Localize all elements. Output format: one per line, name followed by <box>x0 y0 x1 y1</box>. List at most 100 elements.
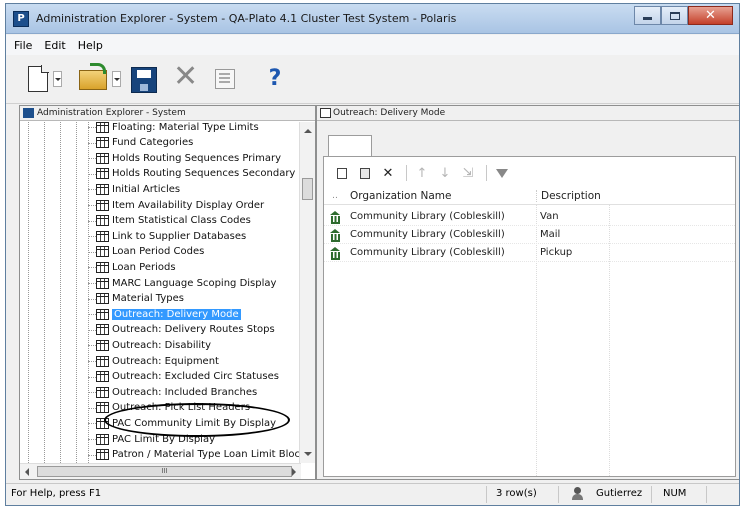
tree-item[interactable]: Holds Routing Sequences Primary <box>88 150 281 166</box>
tree-item[interactable]: Outreach: Equipment <box>88 353 219 369</box>
library-building-icon <box>329 247 341 260</box>
maximize-button[interactable] <box>661 6 688 25</box>
tree-item-label: Loan Period Codes <box>112 246 205 258</box>
tree-item[interactable]: Outreach: Disability <box>88 337 211 353</box>
table-icon <box>96 449 109 461</box>
delete-record-icon[interactable]: ✕ <box>378 164 398 182</box>
title-bar[interactable]: P Administration Explorer - System - QA-… <box>6 4 739 34</box>
open-dropdown-button[interactable] <box>112 71 121 87</box>
tree-connector <box>88 392 96 394</box>
table-row[interactable]: Community Library (Cobleskill) Mail <box>324 226 735 244</box>
tree-item[interactable]: Item Availability Display Order <box>88 197 264 213</box>
status-row-count: 3 row(s) <box>496 488 537 499</box>
new-document-icon[interactable] <box>28 65 49 92</box>
tree-item[interactable]: Loan Period Codes <box>88 244 205 260</box>
column-header-description[interactable]: Description <box>536 189 616 202</box>
tree-horizontal-scrollbar[interactable]: III <box>20 463 301 479</box>
move-to-folder-icon[interactable]: ⇲ <box>458 164 478 182</box>
tree-item[interactable]: Outreach: Delivery Routes Stops <box>88 322 275 338</box>
table-row[interactable]: Community Library (Cobleskill) Van <box>324 208 735 226</box>
tree-item-label: MARC Language Scoping Display <box>112 277 277 289</box>
tree-item-label: Initial Articles <box>112 183 181 195</box>
tree-item[interactable]: Outreach: Delivery Mode <box>88 306 241 322</box>
status-bar: For Help, press F1 3 row(s) Gutierrez NU… <box>6 483 739 505</box>
table-icon <box>96 324 109 336</box>
tree-connector <box>88 205 96 206</box>
tree-connector <box>88 173 96 175</box>
tree-connector <box>88 158 96 160</box>
detail-tab[interactable] <box>328 135 372 157</box>
edit-record-icon[interactable] <box>355 164 375 182</box>
new-dropdown-button[interactable] <box>53 71 62 87</box>
table-icon <box>96 122 109 133</box>
tree-item[interactable]: Material Types <box>88 291 184 307</box>
tree-item-label: Outreach: Delivery Routes Stops <box>112 324 275 336</box>
scroll-grip: III <box>161 467 168 475</box>
tree-item[interactable]: Patron / Material Type Loan Limit Blocks <box>88 447 300 463</box>
tree-connector <box>88 251 96 253</box>
menu-help[interactable]: Help <box>78 39 103 52</box>
tree-item-label: Loan Periods <box>112 261 176 273</box>
save-icon[interactable] <box>131 67 157 93</box>
table-icon <box>96 246 109 258</box>
minimize-button[interactable] <box>634 6 661 25</box>
column-header-organization[interactable]: Organization Name <box>346 190 536 202</box>
add-record-icon[interactable] <box>332 164 352 182</box>
tree-item[interactable]: Initial Articles <box>88 181 181 197</box>
tree-item-label: Patron / Material Type Loan Limit Blocks <box>112 449 300 461</box>
tree-item[interactable]: Outreach: Excluded Circ Statuses <box>88 369 279 385</box>
tree-item[interactable]: Floating: Material Type Limits <box>88 122 259 135</box>
status-num-lock: NUM <box>663 488 687 499</box>
horizontal-scroll-thumb[interactable]: III <box>37 466 292 477</box>
menu-edit[interactable]: Edit <box>44 39 65 52</box>
toolbar-separator <box>486 165 487 181</box>
tree-item[interactable]: Holds Routing Sequences Secondary <box>88 166 295 182</box>
tree-connector <box>88 439 96 440</box>
annotation-ellipse <box>104 403 290 437</box>
user-icon <box>571 487 585 501</box>
help-icon[interactable]: ? <box>262 66 288 92</box>
scroll-left-icon[interactable] <box>25 468 29 476</box>
open-folder-icon[interactable] <box>79 63 107 90</box>
status-divider <box>558 486 559 503</box>
menu-file[interactable]: File <box>14 39 32 52</box>
status-help-text: For Help, press F1 <box>11 488 102 499</box>
table-icon <box>96 261 109 273</box>
explorer-tree-panel: Administration Explorer - System Floatin… <box>19 105 316 480</box>
tree-connector <box>88 314 96 316</box>
delete-icon[interactable]: ✕ <box>173 62 198 92</box>
tree-line <box>28 122 29 463</box>
organization-icon-cell <box>324 247 346 260</box>
move-up-icon[interactable]: ↑ <box>412 164 432 182</box>
table-row[interactable]: Community Library (Cobleskill) Pickup <box>324 244 735 262</box>
close-button[interactable]: ✕ <box>688 6 733 25</box>
main-toolbar: ✕ ? <box>6 56 739 104</box>
tree-item[interactable]: MARC Language Scoping Display <box>88 275 277 291</box>
tree-item[interactable]: Link to Supplier Databases <box>88 228 246 244</box>
tree-connector <box>88 376 96 378</box>
properties-icon[interactable] <box>215 69 235 89</box>
table-icon <box>96 339 109 351</box>
tree-vertical-scrollbar[interactable] <box>299 122 315 463</box>
filter-icon[interactable] <box>492 164 512 182</box>
tree-connector <box>88 127 96 128</box>
grid-header-row: .. Organization Name Description <box>324 187 735 205</box>
scroll-right-icon[interactable] <box>292 468 296 476</box>
status-divider <box>486 486 487 503</box>
tree-item[interactable]: Fund Categories <box>88 135 194 151</box>
tree-item[interactable]: Loan Periods <box>88 259 176 275</box>
filter-glyph <box>496 168 508 178</box>
scroll-up-icon[interactable] <box>304 129 312 133</box>
scroll-down-icon[interactable] <box>304 452 312 456</box>
tree-item[interactable]: Outreach: Included Branches <box>88 384 257 400</box>
tree-connector <box>88 220 96 222</box>
tree-item[interactable]: Item Statistical Class Codes <box>88 213 251 229</box>
table-icon <box>96 230 109 242</box>
tree-connector <box>88 423 96 425</box>
tree-connector <box>88 345 96 347</box>
tree-item-label: Fund Categories <box>112 137 194 149</box>
move-down-icon[interactable]: ↓ <box>435 164 455 182</box>
table-icon <box>96 308 109 320</box>
vertical-scroll-thumb[interactable] <box>302 178 313 200</box>
table-icon <box>96 168 109 180</box>
